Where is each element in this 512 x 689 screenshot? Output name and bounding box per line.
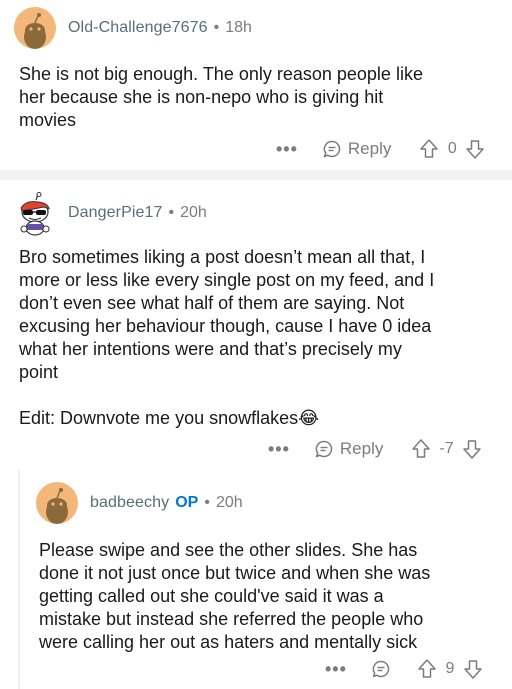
more-options-button[interactable]: ••• — [268, 439, 290, 460]
more-options-button[interactable]: ••• — [276, 139, 298, 160]
comment-1: Old-Challenge7676 • 18h She is not big e… — [0, 0, 512, 170]
comment-3: badbeechy OP • 20h Please swipe and see … — [0, 470, 512, 689]
downvote-icon[interactable] — [465, 138, 485, 160]
comment-body: She is not big enough. The only reason p… — [19, 64, 423, 130]
avatar[interactable] — [14, 192, 56, 236]
downvote-icon[interactable] — [462, 438, 482, 460]
comment-actions: ••• Reply 0 — [276, 138, 485, 160]
reply-label: Reply — [347, 139, 392, 158]
vote-controls: 9 — [417, 658, 483, 680]
downvote-icon[interactable] — [463, 658, 483, 680]
vote-controls: 0 — [419, 138, 485, 160]
avatar[interactable] — [36, 482, 78, 524]
separator-dot: • — [213, 19, 220, 36]
comment-header: badbeechy OP • 20h — [36, 482, 243, 524]
vote-count: 0 — [447, 140, 457, 157]
reply-icon — [315, 440, 333, 458]
more-options-button[interactable]: ••• — [325, 659, 347, 680]
username[interactable]: badbeechy — [90, 494, 169, 512]
reply-button[interactable] — [371, 659, 397, 679]
comment-header: DangerPie17 • 20h — [14, 192, 207, 236]
comment-body: Bro sometimes liking a post doesn’t mean… — [19, 247, 435, 428]
reply-icon — [372, 660, 390, 678]
timestamp: 20h — [180, 204, 207, 221]
comment-header: Old-Challenge7676 • 18h — [14, 7, 252, 49]
separator-dot: • — [168, 204, 175, 221]
reply-button[interactable]: Reply — [314, 439, 383, 459]
vote-controls: -7 — [411, 438, 481, 460]
comment-actions: ••• 9 — [325, 658, 483, 680]
avatar[interactable] — [14, 7, 56, 49]
comment-divider — [0, 170, 512, 180]
comment-actions: ••• Reply -7 — [268, 438, 482, 460]
reply-button[interactable]: Reply — [322, 139, 391, 159]
timestamp: 20h — [215, 494, 243, 511]
upvote-icon[interactable] — [417, 658, 437, 680]
reply-label: Reply — [339, 439, 384, 458]
upvote-icon[interactable] — [411, 438, 431, 460]
username[interactable]: Old-Challenge7676 — [68, 19, 208, 37]
username[interactable]: DangerPie17 — [68, 204, 163, 222]
custom-snoo-avatar-icon — [20, 192, 50, 236]
comment-2: DangerPie17 • 20h Bro sometimes liking a… — [0, 180, 512, 470]
separator-dot: • — [204, 494, 210, 511]
snoo-avatar-icon — [24, 13, 46, 49]
vote-count: -7 — [439, 440, 454, 457]
timestamp: 18h — [225, 19, 252, 36]
comment-body: Please swipe and see the other slides. S… — [39, 540, 431, 652]
vote-count: 9 — [445, 660, 455, 677]
reply-icon — [323, 140, 341, 158]
op-badge: OP — [175, 494, 199, 511]
upvote-icon[interactable] — [419, 138, 439, 160]
snoo-avatar-icon — [46, 488, 68, 524]
